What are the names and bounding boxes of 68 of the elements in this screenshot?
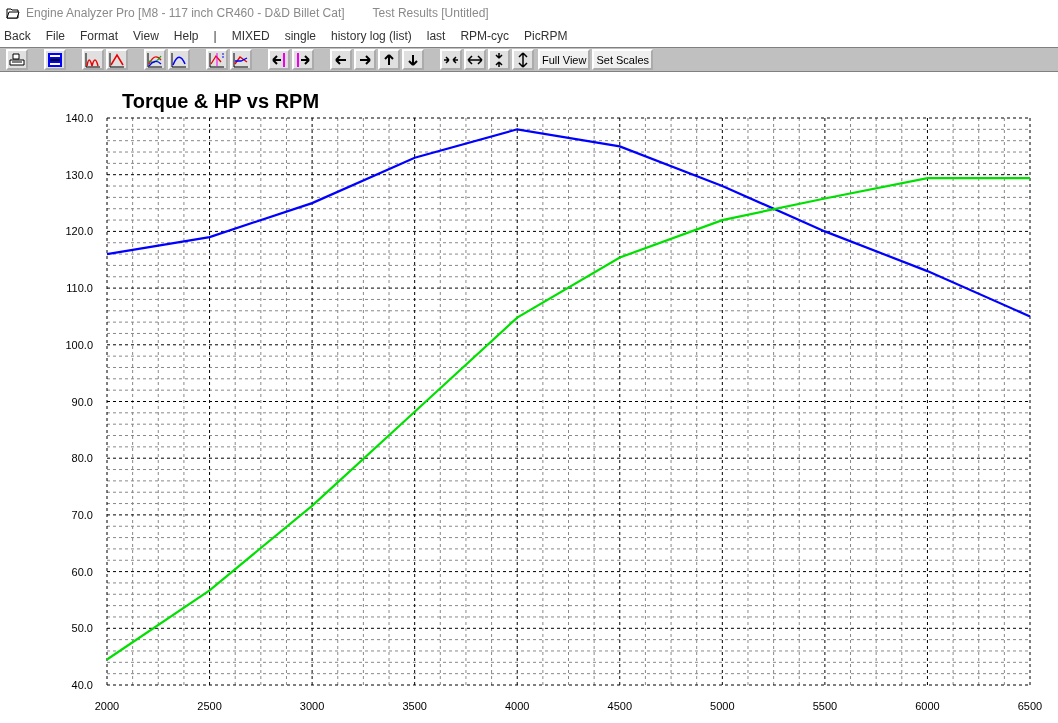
x-axis-label: 4500 — [607, 700, 632, 712]
menu-item[interactable]: View — [133, 29, 159, 43]
toolbar-button[interactable]: Full View — [538, 49, 591, 70]
menu-item[interactable]: last — [426, 29, 446, 43]
right-marker-arrow-icon — [295, 51, 311, 68]
right-arrow-button[interactable] — [354, 49, 376, 70]
chart-title: Torque & HP vs RPM — [122, 90, 320, 112]
menu-item[interactable]: MIXED — [231, 29, 270, 43]
y-axis-label: 100.0 — [65, 338, 93, 351]
curve-chart-icon — [171, 51, 187, 68]
marker-chart-icon — [209, 51, 225, 68]
stretch-vertical-icon — [515, 51, 531, 68]
twin-peaks-chart-icon — [85, 51, 101, 68]
y-axis-label: 60.0 — [71, 565, 93, 578]
screen-button[interactable] — [44, 49, 66, 70]
stretch-vertical-button[interactable] — [512, 49, 534, 70]
marker-chart-button[interactable] — [206, 49, 228, 70]
screen-icon — [47, 51, 63, 68]
menu-item[interactable]: Format — [80, 29, 119, 43]
line-chart-icon — [233, 51, 249, 68]
squeeze-vertical-button[interactable] — [488, 49, 510, 70]
menu-item[interactable]: RPM-cyc — [460, 29, 510, 43]
x-axis-label: 5500 — [812, 700, 838, 712]
peak-chart-button[interactable] — [106, 49, 128, 70]
window-subtitle: Test Results [Untitled] — [372, 5, 489, 20]
x-axis-label: 3500 — [402, 700, 427, 712]
squeeze-horizontal-button[interactable] — [440, 49, 462, 70]
x-axis-label: 4000 — [505, 700, 530, 712]
down-arrow-button[interactable] — [402, 49, 424, 70]
y-axis-label: 140.0 — [65, 112, 93, 124]
line-chart-button[interactable] — [230, 49, 252, 70]
peak-chart-icon — [109, 51, 125, 68]
y-axis-label: 40.0 — [71, 679, 93, 691]
stretch-horizontal-button[interactable] — [464, 49, 486, 70]
y-axis-label: 110.0 — [66, 282, 93, 295]
y-axis-label: 120.0 — [65, 225, 93, 238]
x-axis-label: 2000 — [94, 700, 120, 712]
x-axis-label: 6500 — [1017, 700, 1043, 712]
window-title: Engine Analyzer Pro [M8 - 117 inch CR460 - D&D Billet Cat] — [26, 5, 345, 20]
left-arrow-button[interactable] — [330, 49, 352, 70]
right-marker-arrow-button[interactable] — [292, 49, 314, 70]
multi-curve-chart-button[interactable] — [144, 49, 166, 70]
menu-item[interactable]: File — [45, 29, 66, 43]
printer-button[interactable] — [6, 49, 28, 70]
menu-item[interactable]: single — [284, 29, 317, 43]
multi-curve-chart-icon — [147, 51, 163, 68]
up-arrow-button[interactable] — [378, 49, 400, 70]
y-axis-label: 70.0 — [71, 508, 93, 521]
y-axis-label: 80.0 — [71, 452, 93, 465]
menu-item[interactable]: history log (list) — [331, 29, 412, 43]
app-icon — [6, 6, 20, 19]
toolbar-button[interactable]: Set Scales — [592, 49, 654, 70]
x-axis-label: 3000 — [299, 700, 325, 712]
twin-peaks-chart-button[interactable] — [82, 49, 104, 70]
printer-icon — [9, 51, 25, 68]
y-axis-label: 90.0 — [71, 395, 93, 408]
left-marker-arrow-icon — [271, 51, 287, 68]
y-axis-label: 50.0 — [71, 622, 93, 635]
menu-item[interactable]: PicRPM — [524, 29, 568, 43]
x-axis-label: 5000 — [710, 700, 735, 712]
y-axis-label: 130.0 — [65, 168, 93, 181]
menu-item[interactable]: Help — [173, 29, 199, 43]
menu-item[interactable]: | — [213, 29, 217, 43]
x-axis-label: 6000 — [915, 700, 940, 712]
curve-chart-button[interactable] — [168, 49, 190, 70]
menu-item[interactable]: Back — [4, 29, 31, 43]
left-marker-arrow-button[interactable] — [268, 49, 290, 70]
x-axis-label: 2500 — [197, 700, 222, 712]
